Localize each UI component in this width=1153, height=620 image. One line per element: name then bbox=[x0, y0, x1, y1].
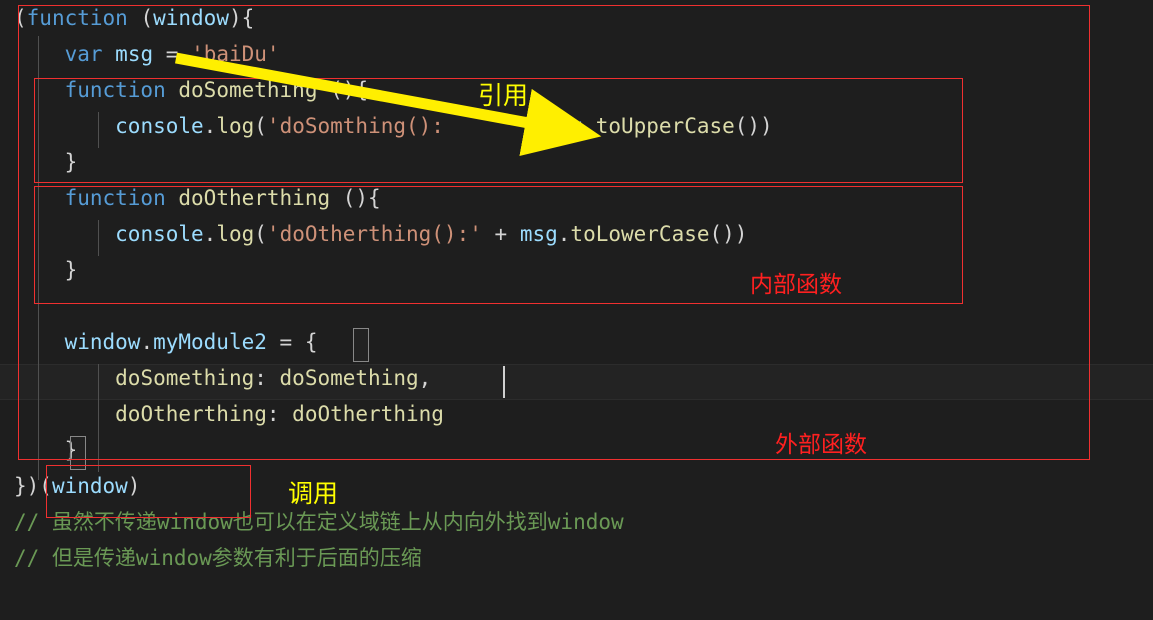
token-kw: function bbox=[64, 186, 166, 210]
token-op: = bbox=[165, 42, 179, 66]
token-op: = bbox=[279, 330, 293, 354]
token-str: 'doSomthing(): bbox=[266, 114, 444, 138]
token-str: 'baiDu' bbox=[191, 42, 280, 66]
token-punct: ()) bbox=[709, 222, 748, 246]
token-kw: var bbox=[64, 42, 103, 66]
token-var: console bbox=[115, 114, 204, 138]
code-line-0[interactable]: (function (window){ bbox=[0, 0, 1153, 36]
code-line-15[interactable]: // 但是传递window参数有利于后面的压缩 bbox=[0, 540, 1153, 576]
code-line-8[interactable] bbox=[0, 288, 1153, 324]
token-punct: ( bbox=[14, 6, 27, 30]
code-line-14[interactable]: // 虽然不传递window也可以在定义域链上从内向外找到window bbox=[0, 504, 1153, 540]
token-punct: ) bbox=[127, 474, 141, 498]
code-line-7[interactable]: } bbox=[0, 252, 1153, 288]
invoke-label: 调用 bbox=[288, 479, 339, 508]
token-punct: ( bbox=[127, 6, 154, 30]
token-fn: toLowerCase bbox=[570, 222, 710, 246]
code-line-11[interactable]: doOtherthing: doOtherthing bbox=[0, 396, 1153, 432]
code-line-10[interactable]: doSomething: doSomething, bbox=[0, 360, 1153, 396]
token-fn: doOtherthing bbox=[178, 186, 331, 210]
token-var: myModule2 bbox=[153, 330, 267, 354]
token-punct: } bbox=[14, 438, 78, 462]
token-punct: , bbox=[418, 366, 432, 390]
token-punct: . bbox=[203, 114, 217, 138]
code-line-3[interactable]: console.log('doSomthing(): msg.toUpperCa… bbox=[0, 108, 1153, 144]
token-punct: ){ bbox=[228, 6, 255, 30]
token-fn: doSomething bbox=[279, 366, 419, 390]
token-punct: } bbox=[14, 150, 78, 174]
token-punct: . bbox=[583, 114, 596, 138]
code-text-area[interactable]: (function (window){ var msg = 'baiDu' fu… bbox=[0, 0, 1153, 620]
token-cmt: // 虽然不传递window也可以在定义域链上从内向外找到window bbox=[14, 510, 624, 534]
token-punct: . bbox=[557, 222, 571, 246]
token-op: + bbox=[494, 222, 508, 246]
text-cursor bbox=[503, 366, 505, 398]
token-punct: ()) bbox=[734, 114, 773, 138]
token-var: msg bbox=[115, 42, 154, 66]
token-fn: log bbox=[216, 114, 255, 138]
token-var: msg bbox=[545, 114, 584, 138]
token-punct: { bbox=[304, 330, 318, 354]
token-punct: (){ bbox=[317, 78, 369, 102]
token-punct: : bbox=[266, 402, 293, 426]
token-kw: function bbox=[26, 6, 128, 30]
token-fn: doOtherthing bbox=[292, 402, 444, 426]
token-punct: })( bbox=[14, 474, 52, 498]
outer-function-label: 外部函数 bbox=[775, 432, 867, 458]
code-line-4[interactable]: } bbox=[0, 144, 1153, 180]
reference-label: 引用 bbox=[478, 81, 529, 110]
code-line-13[interactable]: })(window) bbox=[0, 468, 1153, 504]
token-fn: doOtherthing bbox=[115, 402, 267, 426]
token-punct: . bbox=[140, 330, 154, 354]
token-cmt: // 但是传递window参数有利于后面的压缩 bbox=[14, 546, 422, 570]
token-fn: doSomething bbox=[178, 78, 318, 102]
token-punct: ( bbox=[254, 222, 267, 246]
token-fn: toUpperCase bbox=[595, 114, 735, 138]
open-brace-highlight bbox=[353, 328, 369, 362]
token-punct: ( bbox=[254, 114, 267, 138]
token-var: window bbox=[51, 474, 128, 498]
close-brace-highlight bbox=[70, 436, 86, 470]
inner-function-label: 内部函数 bbox=[750, 272, 842, 298]
token-fn: log bbox=[216, 222, 255, 246]
code-line-2[interactable]: function doSomething (){ bbox=[0, 72, 1153, 108]
code-line-5[interactable]: function doOtherthing (){ bbox=[0, 180, 1153, 216]
token-var: window bbox=[153, 6, 229, 30]
token-var: msg bbox=[519, 222, 558, 246]
token-fn: doSomething bbox=[115, 366, 255, 390]
token-punct: . bbox=[203, 222, 217, 246]
code-line-1[interactable]: var msg = 'baiDu' bbox=[0, 36, 1153, 72]
token-punct: (){ bbox=[330, 186, 381, 210]
token-punct: } bbox=[14, 258, 78, 282]
code-editor-screenshot: (function (window){ var msg = 'baiDu' fu… bbox=[0, 0, 1153, 620]
token-punct: : bbox=[254, 366, 280, 390]
token-kw: function bbox=[64, 78, 166, 102]
token-str: 'doOtherthing():' bbox=[266, 222, 482, 246]
code-line-9[interactable]: window.myModule2 = { bbox=[0, 324, 1153, 360]
code-line-6[interactable]: console.log('doOtherthing():' + msg.toLo… bbox=[0, 216, 1153, 252]
code-line-12[interactable]: } bbox=[0, 432, 1153, 468]
token-var: window bbox=[64, 330, 141, 354]
token-var: console bbox=[115, 222, 204, 246]
